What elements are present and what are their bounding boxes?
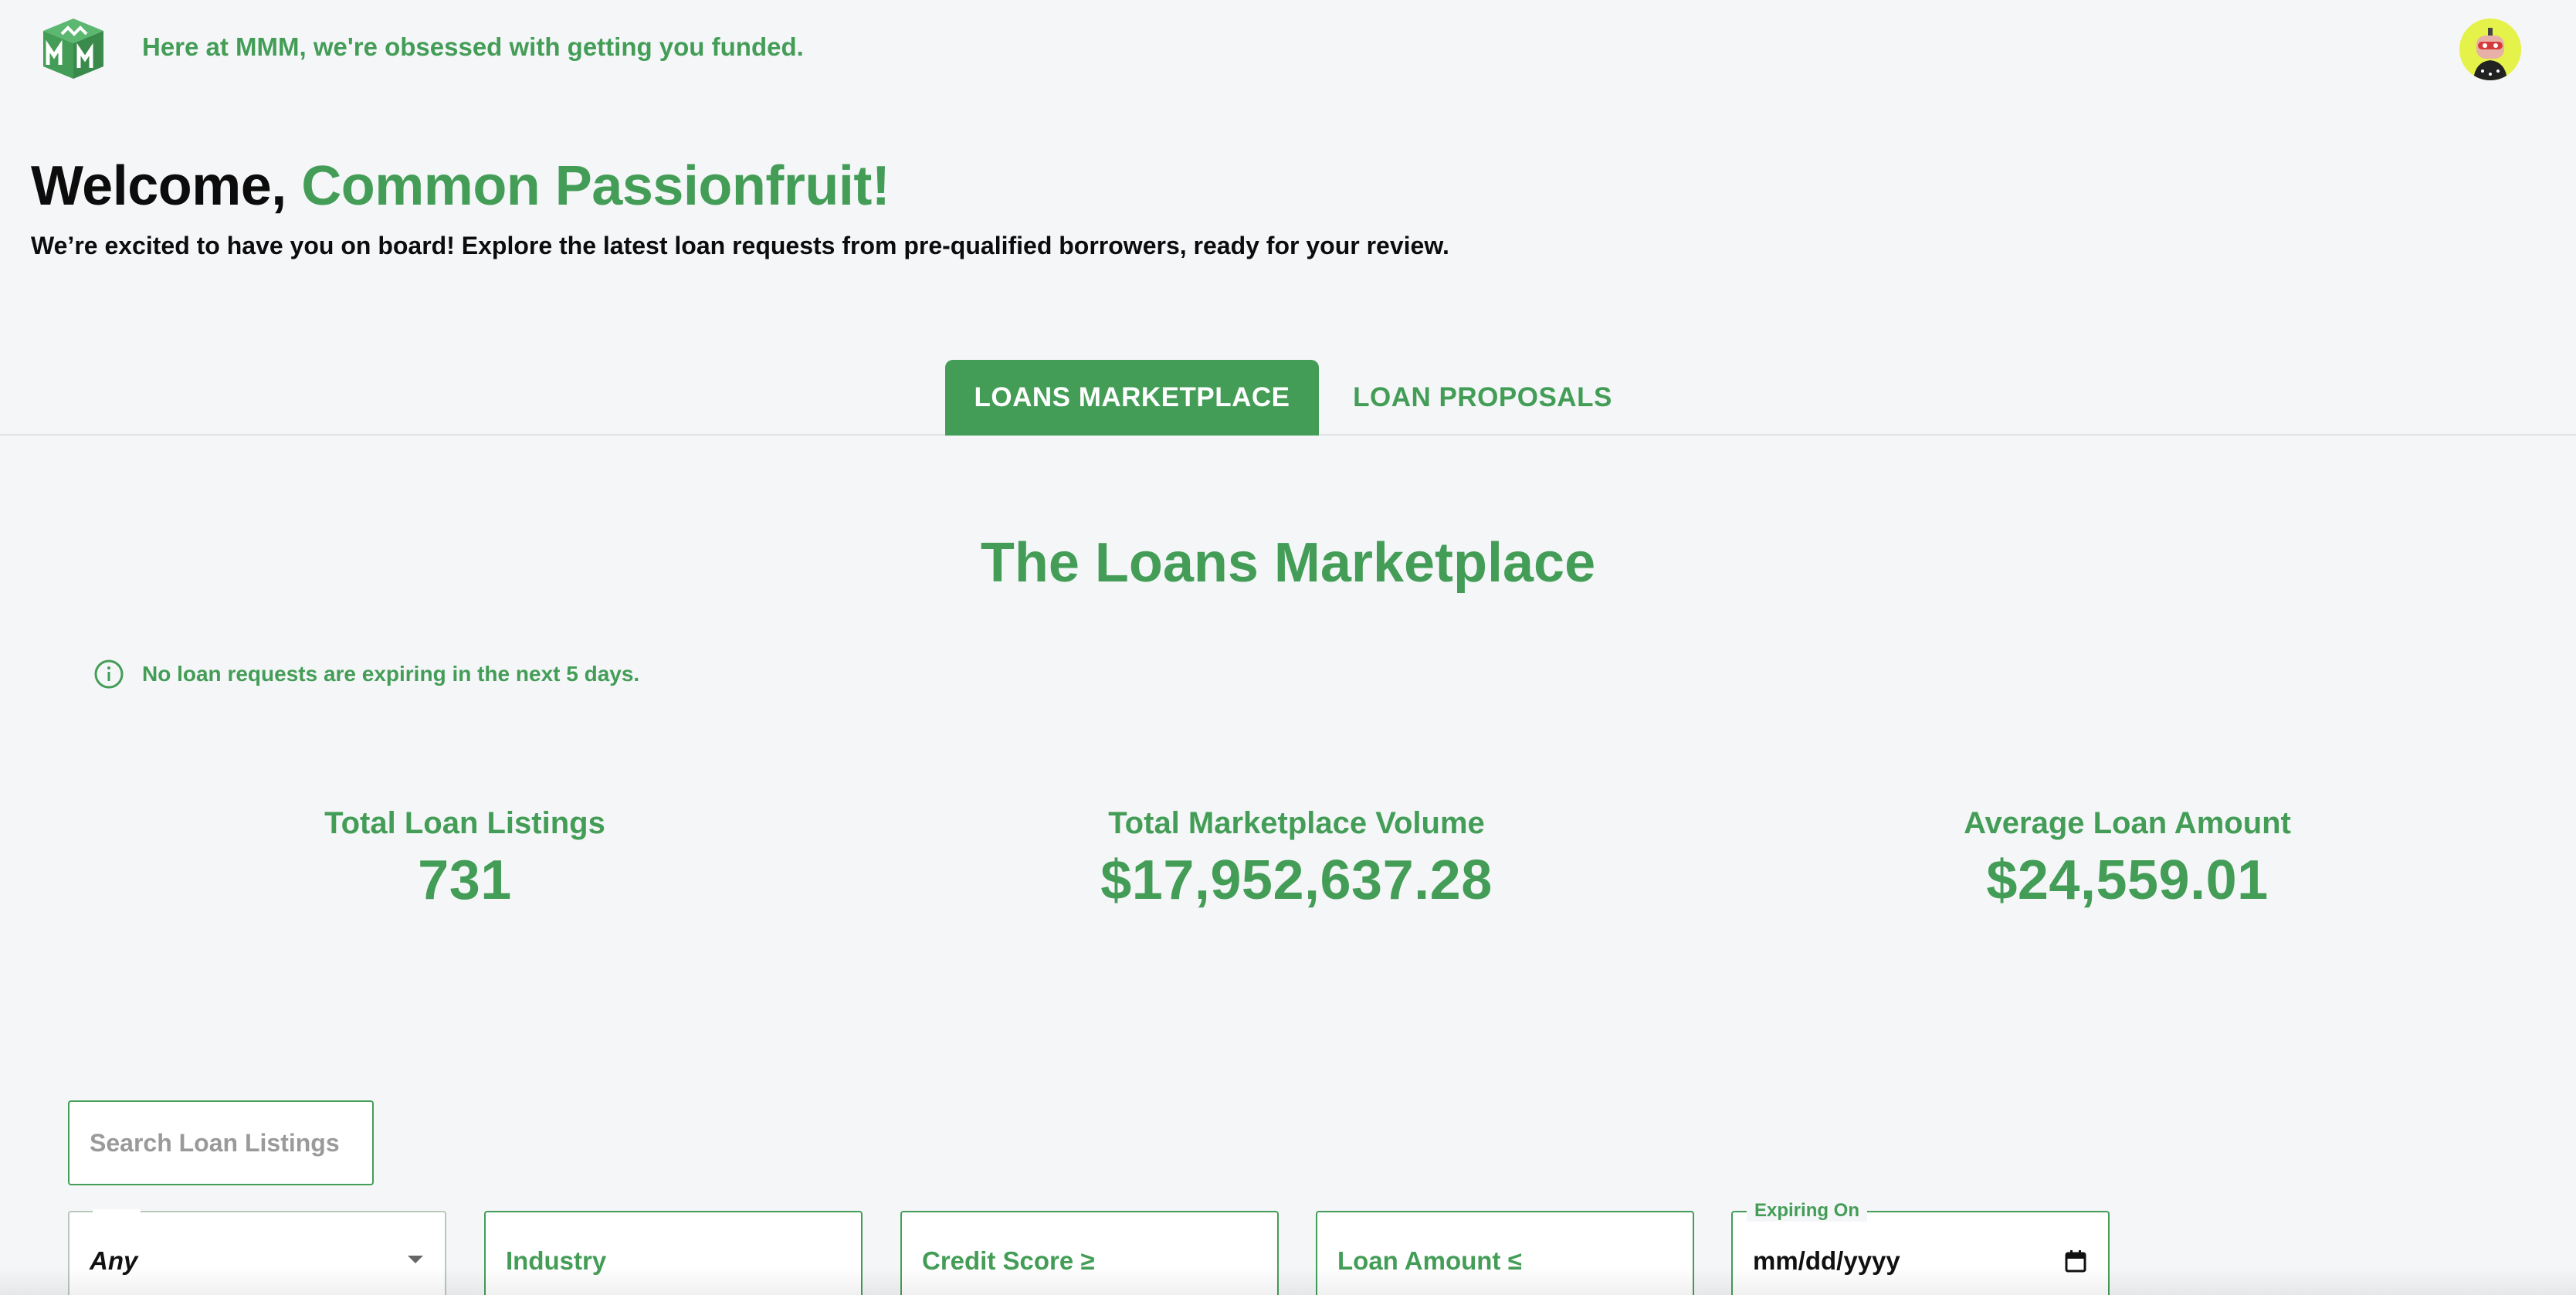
stat-label: Average Loan Amount: [1964, 806, 2291, 840]
user-avatar[interactable]: [2459, 19, 2521, 80]
section-title: The Loans Marketplace: [980, 532, 1596, 594]
welcome-subtitle: We’re excited to have you on board! Expl…: [31, 232, 1449, 259]
stat-label: Total Loan Listings: [324, 806, 605, 840]
industry-field[interactable]: Industry: [484, 1211, 863, 1295]
robot-avatar-icon: [2459, 19, 2521, 80]
stat-marketplace-volume: Total Marketplace Volume $17,952,637.28: [988, 806, 1605, 912]
chevron-down-icon: [408, 1256, 423, 1263]
select-notch: [93, 1209, 141, 1215]
expiring-on-label: Expiring On: [1747, 1200, 1868, 1222]
user-name: Common Passionfruit!: [301, 155, 890, 217]
loan-amount-field[interactable]: Loan Amount ≤: [1316, 1211, 1694, 1295]
welcome-heading: Welcome, Common Passionfruit!: [31, 154, 890, 218]
credit-score-field[interactable]: Credit Score ≥: [900, 1211, 1279, 1295]
stat-value: $24,559.01: [1986, 849, 2269, 911]
expiring-on-date-input[interactable]: Expiring On mm/dd/yyyy: [1731, 1200, 2110, 1295]
search-input[interactable]: [68, 1100, 374, 1185]
industry-label: Industry: [506, 1246, 607, 1275]
tab-loan-proposals[interactable]: LOAN PROPOSALS: [1336, 360, 1629, 436]
stat-value: 731: [418, 849, 512, 911]
loan-amount-label: Loan Amount ≤: [1337, 1246, 1522, 1275]
credit-score-label: Credit Score ≥: [922, 1246, 1095, 1275]
tagline: Here at MMM, we're obsessed with getting…: [142, 32, 804, 61]
welcome-prefix: Welcome,: [31, 155, 302, 217]
tab-loans-marketplace[interactable]: LOANS MARKETPLACE: [945, 360, 1319, 436]
stat-total-listings: Total Loan Listings 731: [156, 806, 774, 912]
date-placeholder: mm/dd/yyyy: [1753, 1246, 1900, 1275]
stat-value: $17,952,637.28: [1100, 849, 1493, 911]
stat-label: Total Marketplace Volume: [1108, 806, 1485, 840]
info-circle-icon: [94, 659, 124, 689]
calendar-icon[interactable]: [2065, 1249, 2086, 1273]
stat-average-loan: Average Loan Amount $24,559.01: [1818, 806, 2436, 912]
expiry-notice: No loan requests are expiring in the nex…: [93, 658, 639, 690]
top-bar: Here at MMM, we're obsessed with getting…: [0, 0, 2576, 96]
status-selected-value: Any: [90, 1246, 138, 1275]
mmm-logo-icon[interactable]: [40, 17, 107, 80]
notice-text: No loan requests are expiring in the nex…: [142, 662, 640, 686]
status-select[interactable]: Any: [68, 1209, 446, 1295]
